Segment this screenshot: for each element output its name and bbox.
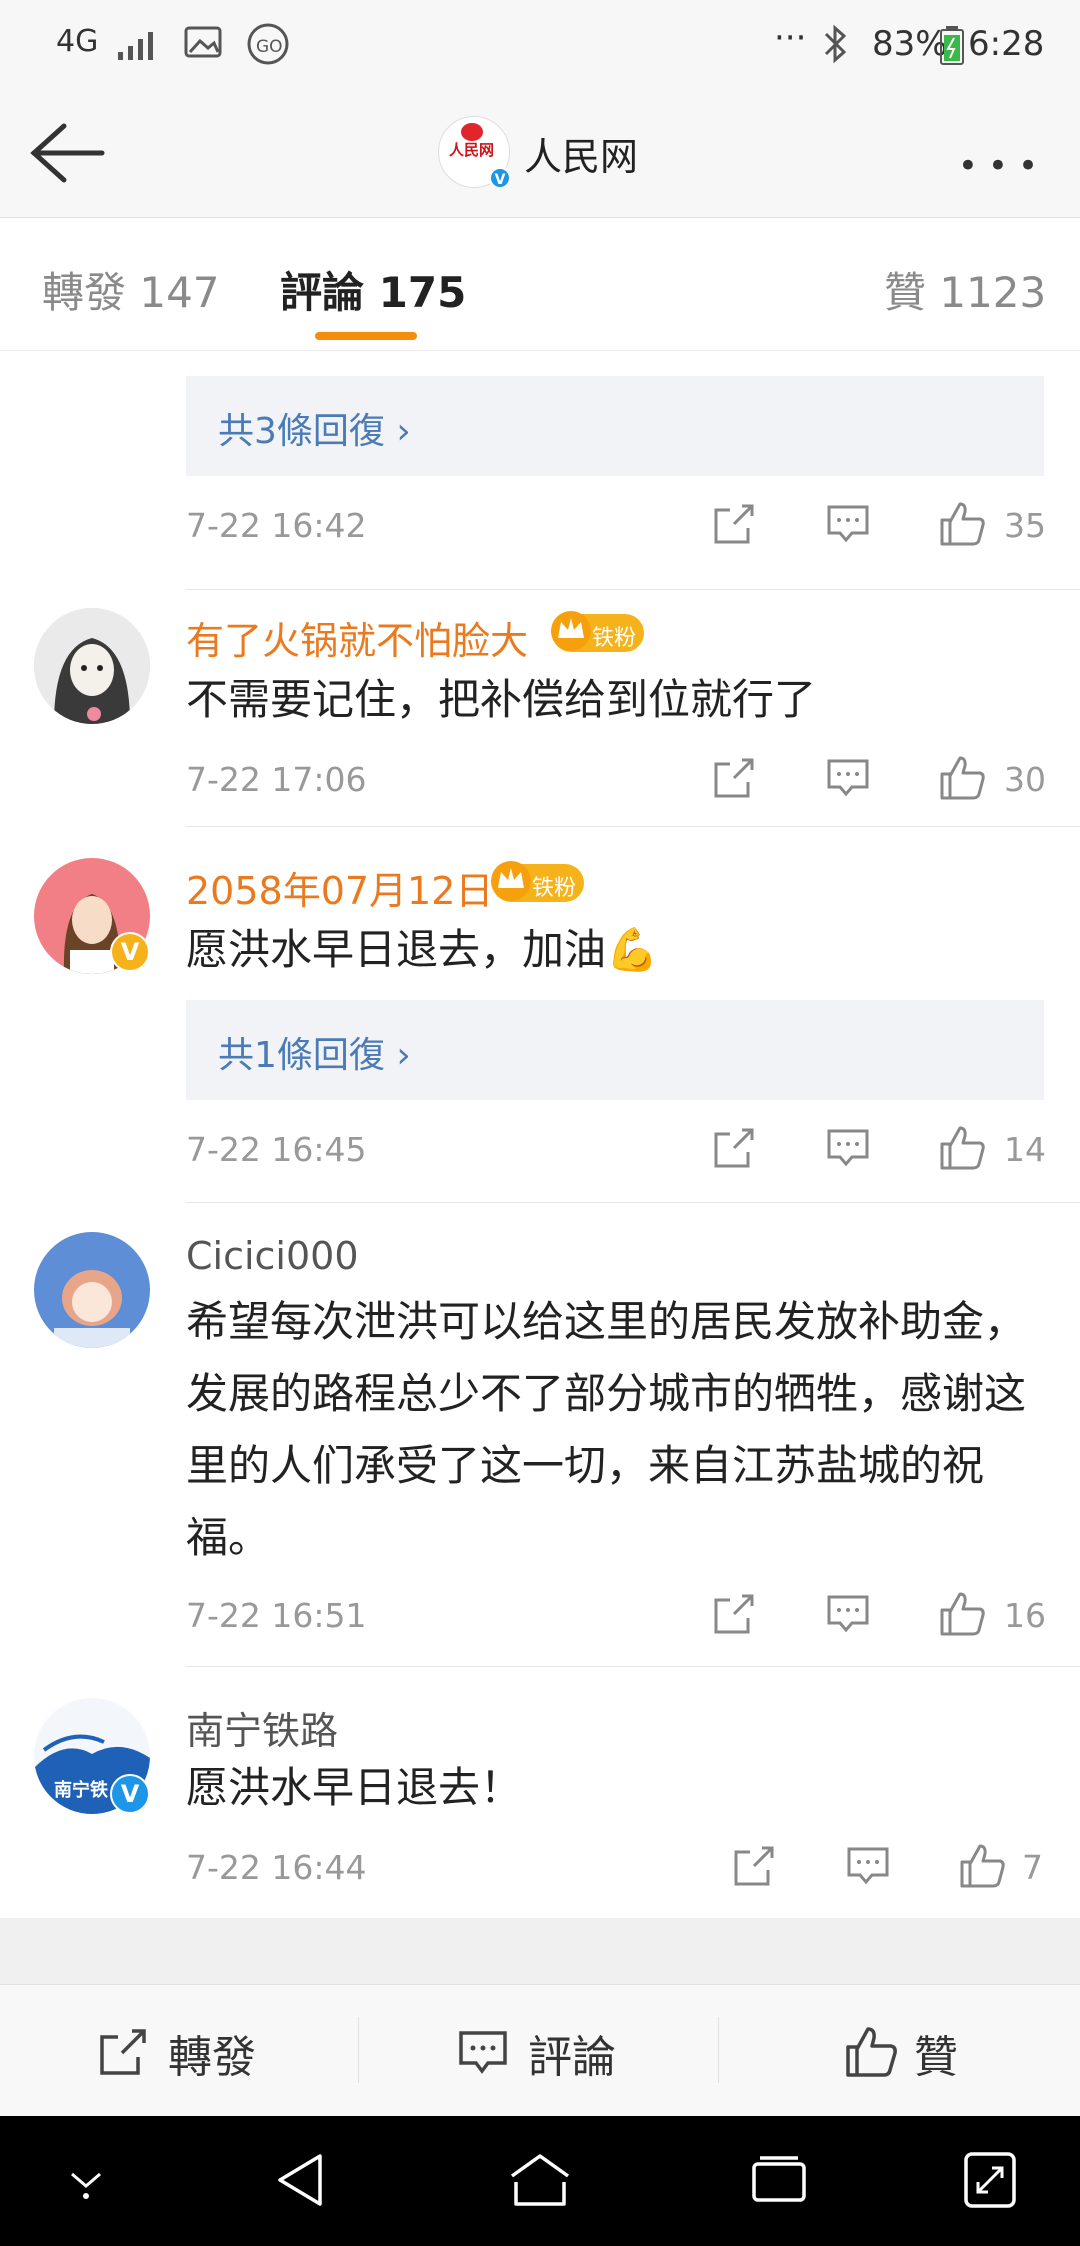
comment-text: 不需要记住，把补偿给到位就行了 xyxy=(186,675,817,724)
back-triangle-icon[interactable] xyxy=(274,2152,326,2208)
fan-badge: 铁粉 xyxy=(491,861,584,902)
logo-text: 人民网 xyxy=(449,141,495,159)
verified-icon: V xyxy=(110,932,150,972)
like-count: 35 xyxy=(1004,506,1046,545)
verified-icon: V xyxy=(110,1774,150,1814)
account-logo[interactable]: 人民网 V xyxy=(438,116,511,189)
go-icon: GO xyxy=(247,23,289,65)
reply-summary-link[interactable]: 共3條回復 › xyxy=(218,402,411,454)
share-icon[interactable] xyxy=(712,1126,756,1170)
clock: 6:28 xyxy=(968,24,1045,64)
comment-icon xyxy=(459,2031,507,2074)
top-nav-bar: 人民网 V 人民网 ••• xyxy=(0,92,1080,218)
comment-button[interactable]: 評論 xyxy=(458,1985,638,2117)
comment-author[interactable]: Cicici000 xyxy=(186,1234,359,1278)
comment-author[interactable]: 南宁铁路 xyxy=(186,1700,338,1755)
like-label: 贊 xyxy=(914,2032,958,2083)
comment-icon[interactable] xyxy=(826,1592,870,1636)
comment-text: 希望每次泄洪可以给这里的居民发放补助金，发展的路程总少不了部分城市的牺牲，感谢这… xyxy=(186,1297,1027,1562)
feed-end-area xyxy=(0,1918,1080,1984)
comment-text: 愿洪水早日退去！ xyxy=(186,1763,523,1812)
divider xyxy=(186,589,1080,590)
reply-summary-box[interactable]: 共3條回復 › xyxy=(186,376,1044,476)
divider xyxy=(186,1666,1080,1667)
battery-icon xyxy=(940,26,964,65)
crown-icon xyxy=(551,611,591,651)
tab-repost[interactable]: 轉發 147 xyxy=(42,259,220,320)
network-type: 4G xyxy=(56,24,99,59)
like-icon[interactable] xyxy=(938,1590,986,1638)
comment-time: 7-22 16:51 xyxy=(186,1596,367,1635)
more-dots-icon[interactable]: ••• xyxy=(958,146,1048,186)
comment-icon[interactable] xyxy=(846,1844,890,1888)
share-icon[interactable] xyxy=(712,756,756,800)
like-count: 30 xyxy=(1004,760,1046,799)
recents-icon[interactable] xyxy=(750,2154,808,2206)
avatar[interactable] xyxy=(34,608,150,724)
divider xyxy=(186,826,1080,827)
like-count: 7 xyxy=(1022,1848,1043,1887)
svg-text:GO: GO xyxy=(256,37,283,57)
home-icon[interactable] xyxy=(508,2152,572,2208)
active-tab-indicator xyxy=(315,332,417,340)
comment-text: 愿洪水早日退去，加油💪 xyxy=(186,925,659,974)
battery-percent: 83% xyxy=(872,24,948,64)
bottom-action-bar: 轉發 評論 贊 xyxy=(0,1984,1080,2116)
tab-likes[interactable]: 贊 1123 xyxy=(884,259,1046,320)
system-nav-bar xyxy=(0,2116,1080,2246)
comment-time: 7-22 16:44 xyxy=(186,1848,367,1887)
verified-icon: V xyxy=(489,167,511,189)
share-icon[interactable] xyxy=(712,502,756,546)
page-title: 人民网 xyxy=(524,135,639,179)
tab-comments[interactable]: 評論 175 xyxy=(280,259,466,320)
comment-author[interactable]: 2058年07月12日 xyxy=(186,860,493,915)
comment-icon[interactable] xyxy=(826,502,870,546)
like-count: 14 xyxy=(1004,1130,1046,1169)
like-icon[interactable] xyxy=(938,754,986,802)
reply-summary-box[interactable]: 共1條回復 › xyxy=(186,1000,1044,1100)
comment-time: 7-22 17:06 xyxy=(186,760,367,799)
divider xyxy=(186,1202,1080,1203)
comment-icon[interactable] xyxy=(826,756,870,800)
share-icon[interactable] xyxy=(712,1592,756,1636)
like-icon[interactable] xyxy=(938,500,986,548)
comment-label: 評論 xyxy=(528,2032,616,2083)
repost-button[interactable]: 轉發 xyxy=(98,1985,278,2117)
avatar-image xyxy=(34,1232,150,1348)
like-count: 16 xyxy=(1004,1596,1046,1635)
bluetooth-icon xyxy=(824,24,847,64)
comment-icon[interactable] xyxy=(826,1126,870,1170)
like-button[interactable]: 贊 xyxy=(844,1985,1004,2117)
like-icon[interactable] xyxy=(958,1842,1006,1890)
avatar-label: 南宁铁 xyxy=(54,1780,108,1801)
divider xyxy=(718,2017,719,2083)
comment-author[interactable]: 有了火锅就不怕脸大 xyxy=(186,610,528,665)
image-icon xyxy=(184,26,222,58)
badge-label: 铁粉 xyxy=(532,876,577,901)
crown-icon xyxy=(491,861,531,901)
avatar[interactable] xyxy=(34,1232,150,1348)
overflow-icon: ··· xyxy=(774,18,807,58)
reply-summary-link[interactable]: 共1條回復 › xyxy=(218,1026,411,1078)
comment-time: 7-22 16:42 xyxy=(186,506,367,545)
status-bar: 4G GO ··· 83% 6:28 xyxy=(0,0,1080,92)
comment-time: 7-22 16:45 xyxy=(186,1130,367,1169)
back-arrow-icon[interactable] xyxy=(28,118,108,188)
signal-icon xyxy=(118,32,153,60)
like-icon xyxy=(846,2027,897,2077)
rotate-screen-icon[interactable] xyxy=(962,2150,1018,2210)
divider xyxy=(358,2017,359,2083)
share-icon[interactable] xyxy=(732,1844,776,1888)
like-icon[interactable] xyxy=(938,1124,986,1172)
hide-keyboard-icon[interactable] xyxy=(66,2164,106,2200)
fan-badge: 铁粉 xyxy=(551,611,644,652)
repost-label: 轉發 xyxy=(168,2032,256,2083)
badge-label: 铁粉 xyxy=(592,626,637,651)
tab-bar: 轉發 147 評論 175 贊 1123 xyxy=(0,219,1080,351)
share-icon xyxy=(100,2029,146,2075)
avatar-image xyxy=(34,608,150,724)
